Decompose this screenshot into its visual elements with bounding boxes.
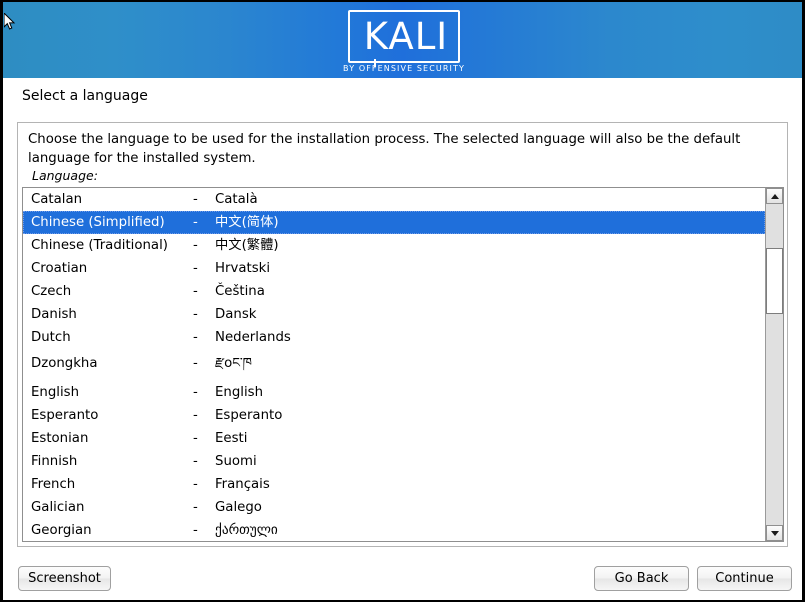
language-row-separator: - [193,356,198,371]
language-row-separator: - [193,477,198,492]
language-list-viewport: Catalan - Català Chinese (Simplified) - 中文(简体… [23,188,765,541]
language-name-english: Croatian [31,261,88,276]
continue-button[interactable]: Continue [697,566,792,591]
language-name-native: 中文(简体) [215,215,279,230]
go-back-button[interactable]: Go Back [594,566,689,591]
language-name-native: Dansk [215,307,257,322]
language-name-english: Georgian [31,523,92,538]
description-text: Choose the language to be used for the i… [28,132,741,166]
language-name-english: Catalan [31,192,83,207]
language-name-native: English [215,385,264,400]
language-listbox[interactable]: Catalan - Català Chinese (Simplified) - 中文(简体… [22,187,784,542]
language-name-native: Eesti [215,431,248,446]
language-row-separator: - [193,215,198,230]
language-row[interactable]: Esperanto - Esperanto [23,404,765,427]
language-row-separator: - [193,454,198,469]
language-row-separator: - [193,307,198,322]
language-name-english: Czech [31,284,72,299]
language-row-separator: - [193,192,198,207]
language-row[interactable]: Dutch - Nederlands [23,326,765,349]
language-name-english: Danish [31,307,77,322]
language-name-english: Finnish [31,454,78,469]
language-name-native: Français [215,477,270,492]
language-row-separator: - [193,284,198,299]
language-row[interactable]: Estonian - Eesti [23,427,765,450]
kali-logo-text: KALI [363,15,449,58]
language-row[interactable]: Danish - Dansk [23,303,765,326]
kali-logo-frame: KALI [348,10,460,63]
language-row-separator: - [193,408,198,423]
language-field-label: Language: [32,168,98,183]
language-row[interactable]: Catalan - Català [23,188,765,211]
language-name-english: Dzongkha [31,356,98,371]
language-name-english: Estonian [31,431,89,446]
kali-banner: KALI BY OFFENSIVE SECURITY [3,2,802,78]
language-row-separator: - [193,500,198,515]
language-name-native: Nederlands [215,330,291,345]
scrollbar-up-button[interactable] [766,188,783,204]
kali-logo-subtitle: BY OFFENSIVE SECURITY [343,64,465,73]
chevron-up-icon [770,193,779,199]
installer-window: KALI BY OFFENSIVE SECURITY Select a lang… [0,0,805,602]
language-row[interactable]: Georgian - ქართული [23,519,765,541]
language-list-scrollbar[interactable] [765,188,783,541]
language-name-native: 中文(繁體) [215,238,279,253]
language-name-english: Chinese (Simplified) [31,215,165,230]
language-name-native: ქართული [215,523,278,538]
chevron-down-icon [770,530,779,536]
language-name-native: Català [215,192,258,207]
language-name-english: French [31,477,76,492]
scrollbar-thumb[interactable] [766,248,783,314]
language-row[interactable]: Croatian - Hrvatski [23,257,765,280]
language-name-english: Esperanto [31,408,99,423]
page-title: Select a language [22,88,148,104]
language-name-native: Galego [215,500,262,515]
content-panel: Choose the language to be used for the i… [17,122,788,547]
screenshot-button[interactable]: Screenshot [18,566,111,591]
language-row[interactable]: Czech - Čeština [23,280,765,303]
language-name-native: Suomi [215,454,257,469]
language-row[interactable]: Chinese (Traditional) - 中文(繁體) [23,234,765,257]
language-row-separator: - [193,431,198,446]
language-row-separator: - [193,385,198,400]
language-row[interactable]: English - English [23,381,765,404]
language-row[interactable]: Chinese (Simplified) - 中文(简体) [23,211,765,234]
language-name-english: Chinese (Traditional) [31,238,168,253]
language-name-english: Galician [31,500,85,515]
language-row[interactable]: French - Français [23,473,765,496]
language-row-separator: - [193,261,198,276]
scrollbar-down-button[interactable] [766,525,783,541]
language-row[interactable]: Galician - Galego [23,496,765,519]
language-name-native: Hrvatski [215,261,271,276]
language-row[interactable]: Dzongkha - རྫоང་ཁ [23,349,765,381]
language-row-separator: - [193,330,198,345]
language-row-separator: - [193,238,198,253]
language-name-english: Dutch [31,330,71,345]
language-row-separator: - [193,523,198,538]
language-name-english: English [31,385,80,400]
language-name-native: རྫоང་ཁ [215,356,252,371]
scrollbar-track[interactable] [766,204,783,525]
language-name-native: Esperanto [215,408,283,423]
language-name-native: Čeština [215,284,265,299]
language-row[interactable]: Finnish - Suomi [23,450,765,473]
